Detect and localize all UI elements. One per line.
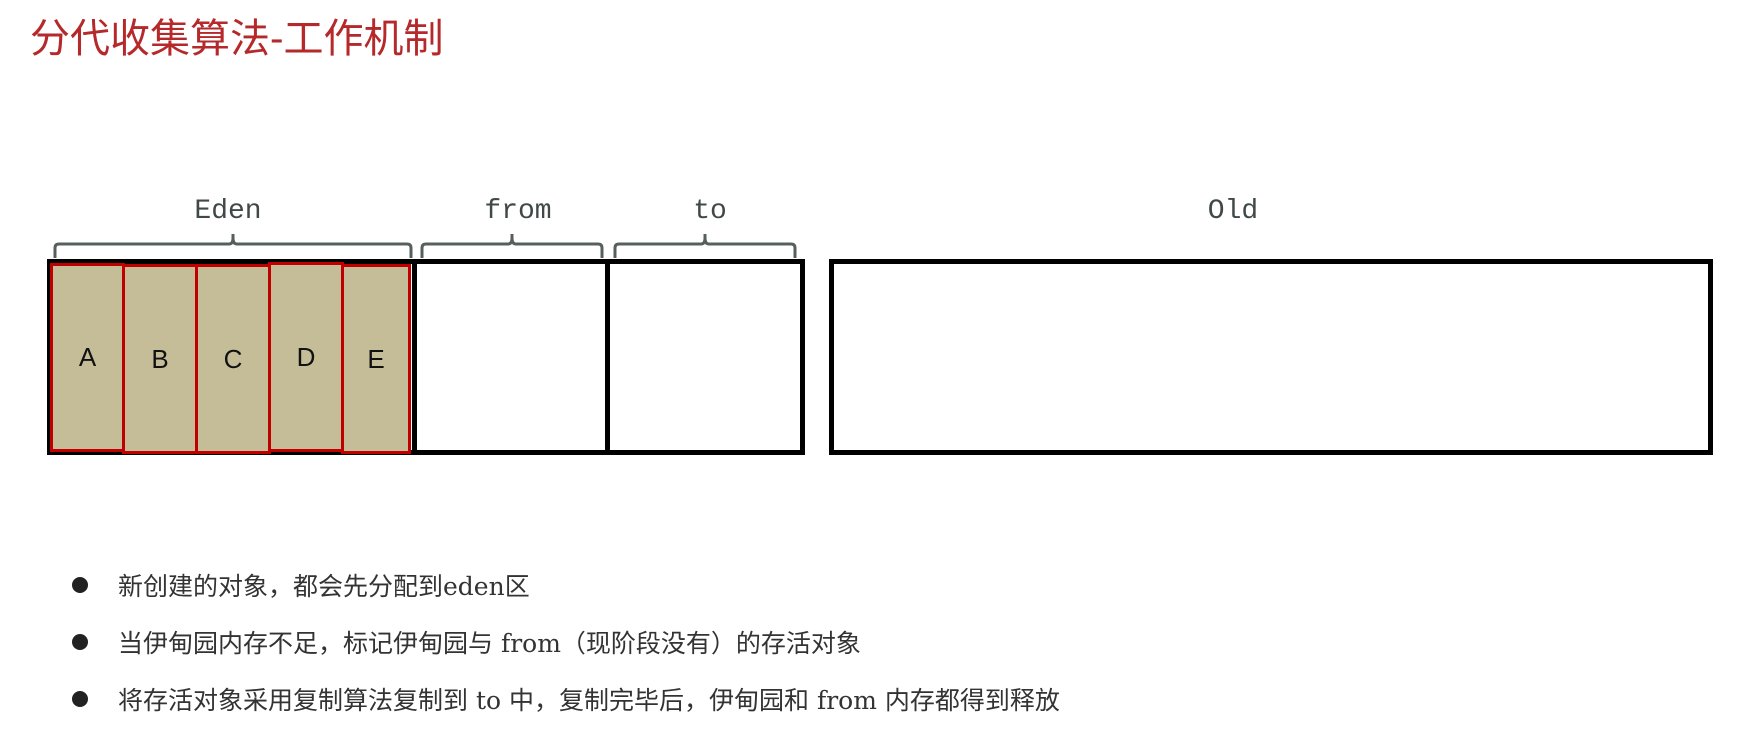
to-label: to [693,196,727,227]
bullet-text: 当伊甸园内存不足，标记伊甸园与 from（现阶段没有）的存活对象 [118,628,861,658]
bullet-dot-icon [72,690,88,707]
bullet-list: 新创建的对象，都会先分配到eden区 当伊甸园内存不足，标记伊甸园与 from（… [70,556,1060,727]
bullet-item: 当伊甸园内存不足，标记伊甸园与 from（现阶段没有）的存活对象 [70,613,1060,670]
bullet-text: 将存活对象采用复制算法复制到 to 中，复制完毕后，伊甸园和 from 内存都得… [118,685,1060,715]
bullet-text: 新创建的对象，都会先分配到eden区 [118,571,530,601]
eden-label: Eden [194,196,262,227]
bullet-dot-icon [72,576,88,593]
object-cell-b: B [122,264,198,454]
from-bracket [420,234,604,258]
object-cell-e: E [341,264,411,454]
to-region [605,259,805,455]
from-label: from [484,196,552,227]
bullet-item: 将存活对象采用复制算法复制到 to 中，复制完毕后，伊甸园和 from 内存都得… [70,670,1060,727]
object-cell-a: A [50,263,125,452]
eden-bracket [53,234,413,258]
bullet-item: 新创建的对象，都会先分配到eden区 [70,556,1060,613]
object-cell-d: D [268,262,344,452]
from-region [412,259,610,455]
bullet-dot-icon [72,633,88,650]
old-region [829,259,1713,455]
slide-title: 分代收集算法-工作机制 [30,16,444,62]
object-cell-c: C [195,264,271,454]
old-label: Old [1207,196,1259,227]
to-bracket [613,234,797,258]
